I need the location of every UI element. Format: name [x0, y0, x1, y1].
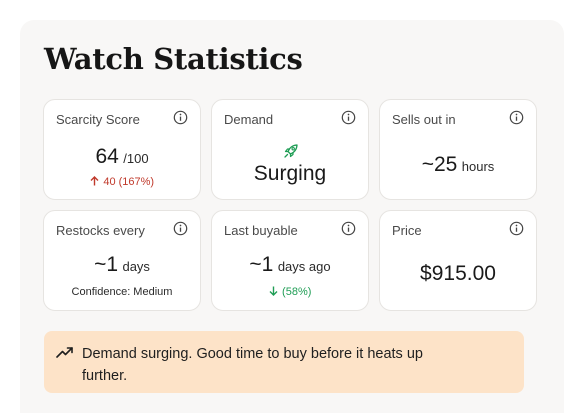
restocks-value: 1	[106, 253, 119, 276]
card-label: Sells out in	[392, 112, 456, 127]
scarcity-value-row: 64 /100	[44, 145, 200, 169]
last-buyable-delta: (58%)	[282, 286, 312, 298]
last-buyable-value: 1	[261, 253, 274, 276]
scarcity-value: 64	[95, 145, 119, 168]
restocks-unit: days	[122, 259, 150, 274]
restocks-confidence-row: Confidence: Medium	[44, 282, 200, 300]
card-scarcity-score: Scarcity Score 64 /100 40 (167%)	[43, 99, 201, 200]
info-icon[interactable]	[173, 221, 188, 236]
card-label: Scarcity Score	[56, 112, 140, 127]
info-icon[interactable]	[341, 221, 356, 236]
arrow-up-icon	[90, 176, 99, 186]
demand-value: Surging	[253, 162, 327, 185]
card-label: Price	[392, 223, 422, 238]
confidence-label: Confidence: Medium	[71, 286, 173, 298]
demand-alert-banner: Demand surging. Good time to buy before …	[44, 331, 524, 393]
last-buyable-prefix: ~	[249, 253, 262, 276]
card-label: Demand	[224, 112, 274, 127]
card-restocks-every: Restocks every ~1 days Confidence: Mediu…	[43, 210, 201, 311]
sells-out-value-row: ~25 hours	[380, 153, 536, 177]
last-buyable-unit: days ago	[277, 259, 331, 274]
card-label: Restocks every	[56, 223, 145, 238]
trending-up-icon	[56, 347, 73, 358]
info-icon[interactable]	[509, 110, 524, 125]
arrow-down-icon	[269, 286, 278, 296]
card-last-buyable: Last buyable ~1 days ago (58%)	[211, 210, 369, 311]
restocks-prefix: ~	[94, 253, 107, 276]
scarcity-delta: 40 (167%)	[103, 176, 155, 188]
scarcity-delta-row: 40 (167%)	[44, 172, 200, 190]
info-icon[interactable]	[173, 110, 188, 125]
scarcity-unit: /100	[123, 151, 149, 166]
info-icon[interactable]	[509, 221, 524, 236]
rocket-icon	[284, 144, 298, 158]
price-value: $915.00	[420, 262, 496, 285]
card-sells-out: Sells out in ~25 hours	[379, 99, 537, 200]
card-demand: Demand Surging	[211, 99, 369, 200]
last-buyable-value-row: ~1 days ago	[212, 253, 368, 277]
banner-message: Demand surging. Good time to buy before …	[82, 346, 423, 384]
price-value-row: $915.00	[380, 262, 536, 286]
demand-value-row: Surging	[212, 162, 368, 186]
sells-out-prefix: ~	[421, 153, 434, 176]
card-price: Price $915.00	[379, 210, 537, 311]
restocks-value-row: ~1 days	[44, 253, 200, 277]
last-buyable-delta-row: (58%)	[212, 282, 368, 300]
card-label: Last buyable	[224, 223, 298, 238]
sells-out-value: 25	[433, 153, 458, 176]
sells-out-unit: hours	[461, 159, 495, 174]
panel-title: Watch Statistics	[44, 42, 303, 76]
watch-statistics-panel: Watch Statistics Scarcity Score 64 /100 …	[20, 20, 564, 413]
info-icon[interactable]	[341, 110, 356, 125]
